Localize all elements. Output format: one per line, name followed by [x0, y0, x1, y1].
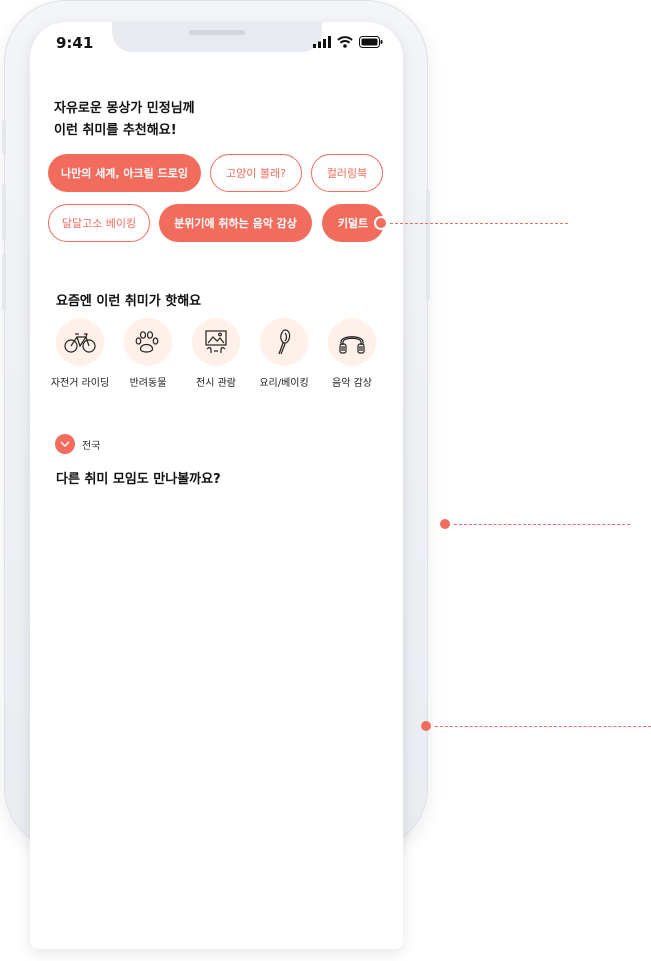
category-icon-circle: [56, 318, 104, 366]
category-cooking[interactable]: 요리/베이킹: [249, 318, 319, 389]
callout-dot: [376, 218, 386, 228]
category-icon-circle: [124, 318, 172, 366]
signal-icon: [313, 36, 331, 48]
notch: [112, 22, 322, 52]
category-label: 반려동물: [129, 378, 167, 389]
category-music[interactable]: 음악 감상: [317, 318, 387, 389]
chevron-down-icon: [60, 441, 70, 447]
chip-cat[interactable]: 고양이 볼래?: [210, 154, 302, 192]
paw-icon: [135, 331, 159, 353]
whisk-icon: [278, 329, 291, 355]
mute-switch: [2, 120, 6, 154]
chip-kidult[interactable]: 키덜트: [322, 204, 384, 242]
chip-acrylic-drawing[interactable]: 나만의 세계, 아크릴 드로잉: [48, 154, 201, 192]
headphones-icon: [339, 336, 365, 354]
trending-title: 요즘엔 이런 취미가 핫해요: [56, 294, 202, 309]
other-meetups-title: 다른 취미 모임도 만나볼까요?: [56, 472, 221, 487]
category-label: 전시 관람: [196, 378, 236, 389]
category-icon-circle: [328, 318, 376, 366]
recommend-title: 자유로운 몽상가 민정님께 이런 취미를 추천해요!: [54, 98, 195, 142]
region-label: 전국: [82, 440, 101, 452]
battery-icon: [359, 36, 383, 48]
power-button: [426, 190, 430, 300]
recommend-title-line2: 이런 취미를 추천해요!: [54, 123, 177, 138]
chip-baking[interactable]: 달달고소 베이킹: [48, 204, 150, 242]
gallery-icon: [205, 330, 227, 353]
volume-down-button: [2, 254, 6, 310]
chip-music[interactable]: 분위기에 취하는 음악 감상: [159, 204, 312, 242]
callout-line: [390, 223, 568, 224]
callout-line: [435, 726, 651, 727]
category-label: 요리/베이킹: [259, 378, 309, 389]
category-label: 자전거 라이딩: [50, 378, 110, 389]
category-exhibition[interactable]: 전시 관람: [181, 318, 251, 389]
wifi-icon: [337, 36, 353, 48]
volume-up-button: [2, 184, 6, 240]
recommend-title-line1: 자유로운 몽상가 민정님께: [54, 101, 195, 116]
category-pets[interactable]: 반려동물: [113, 318, 183, 389]
region-selector[interactable]: 전국: [55, 434, 100, 454]
status-icons: [313, 36, 383, 48]
chip-coloring-book[interactable]: 컬러링북: [311, 154, 383, 192]
category-label: 음악 감상: [332, 378, 372, 389]
callout-dot: [440, 519, 450, 529]
category-icon-circle: [260, 318, 308, 366]
region-dropdown-button[interactable]: [55, 434, 75, 454]
callout-line: [454, 524, 630, 525]
speaker: [189, 30, 245, 35]
status-time: 9:41: [56, 34, 94, 52]
bicycle-icon: [64, 333, 96, 353]
category-icon-circle: [192, 318, 240, 366]
phone-screen: 9:41 자유로운 몽상가 민정님께 이런 취미를 추천해요! 나만의 세계, …: [30, 22, 403, 949]
category-bicycle[interactable]: 자전거 라이딩: [45, 318, 115, 389]
callout-dot: [421, 721, 431, 731]
